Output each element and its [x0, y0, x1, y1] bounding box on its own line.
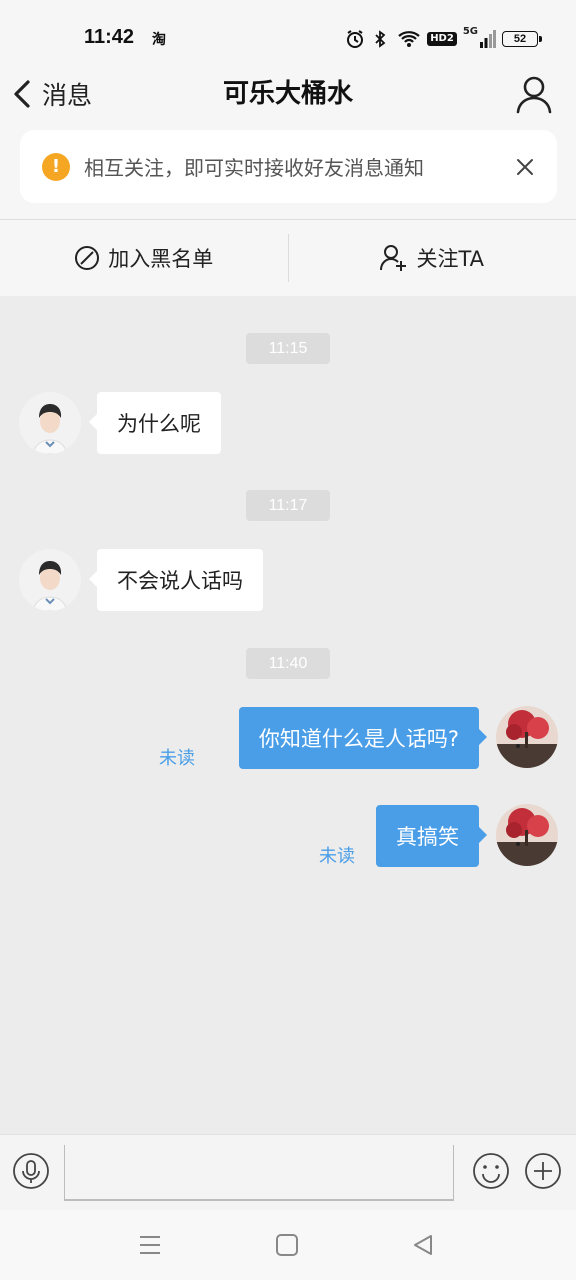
bluetooth-icon: [375, 30, 386, 48]
warning-icon: !: [42, 152, 70, 181]
status-bar: 11:42 淘 HD2 5G 52: [0, 0, 576, 76]
signal-icon: [480, 30, 496, 48]
message-bubble-outgoing[interactable]: 你知道什么是人话吗?: [238, 707, 488, 769]
status-time: 11:42: [84, 26, 135, 48]
page-title: 可乐大桶水: [222, 79, 353, 109]
header: 消息 可乐大桶水 ! 相互关注，即可实时接收好友消息通知: [0, 76, 576, 220]
status-icons: HD2 5G 52: [345, 26, 542, 52]
unread-status: 未读: [159, 748, 195, 769]
message-text: 为什么呢: [117, 412, 201, 436]
follow-notice-banner: ! 相互关注，即可实时接收好友消息通知: [20, 130, 557, 203]
message-text: 你知道什么是人话吗?: [258, 727, 459, 751]
close-notice-button[interactable]: [505, 147, 545, 187]
message-input[interactable]: [65, 1145, 453, 1195]
plus-icon: [525, 1153, 561, 1189]
timestamp: 11:17: [246, 490, 330, 521]
block-icon: [75, 246, 100, 270]
emoji-button[interactable]: [472, 1152, 510, 1190]
emoji-icon: [473, 1153, 509, 1189]
user-icon: [516, 76, 552, 114]
microphone-icon: [13, 1153, 49, 1189]
home-nav-button[interactable]: [272, 1230, 302, 1260]
action-bar: 加入黑名单 关注TA: [0, 220, 576, 296]
contact-avatar[interactable]: [19, 549, 81, 611]
timestamp: 11:40: [246, 648, 330, 679]
alarm-icon: [347, 30, 364, 48]
chat-area[interactable]: 11:15 为什么呢 11:17 不会说人话吗 11:40 未读 你知道什么是人…: [0, 296, 576, 1134]
profile-button[interactable]: [514, 74, 554, 114]
input-bar: [0, 1134, 576, 1210]
menu-nav-button[interactable]: [135, 1230, 165, 1260]
message-bubble-incoming[interactable]: 为什么呢: [89, 392, 221, 454]
message-text: 不会说人话吗: [117, 569, 243, 593]
blacklist-label: 加入黑名单: [108, 247, 214, 271]
timestamp: 11:15: [246, 333, 330, 364]
message-input-frame: [64, 1145, 454, 1201]
system-nav-bar: [0, 1210, 576, 1280]
message-bubble-outgoing[interactable]: 真搞笑: [376, 805, 487, 867]
my-avatar[interactable]: [496, 804, 558, 866]
wifi-icon: [398, 31, 420, 47]
message-bubble-incoming[interactable]: 不会说人话吗: [89, 549, 263, 611]
unread-status: 未读: [319, 846, 355, 867]
blacklist-button[interactable]: 加入黑名单: [0, 220, 288, 296]
battery-icon: 52: [502, 31, 542, 47]
voice-input-button[interactable]: [12, 1152, 50, 1190]
back-triangle-icon: [414, 1235, 432, 1255]
close-icon: [517, 158, 533, 175]
home-square-icon: [276, 1234, 298, 1256]
notice-text: 相互关注，即可实时接收好友消息通知: [84, 156, 424, 180]
network-label: 5G: [462, 26, 478, 37]
hd-icon: HD2: [427, 32, 457, 46]
add-user-icon: [380, 245, 407, 271]
follow-button[interactable]: 关注TA: [289, 220, 576, 296]
my-avatar[interactable]: [496, 706, 558, 768]
back-nav-button[interactable]: [409, 1230, 439, 1260]
taobao-notification-icon: 淘: [152, 32, 166, 48]
message-text: 真搞笑: [396, 825, 459, 849]
more-options-button[interactable]: [524, 1152, 562, 1190]
follow-label: 关注TA: [416, 247, 485, 271]
menu-icon: [140, 1236, 160, 1254]
contact-avatar[interactable]: [19, 392, 81, 454]
